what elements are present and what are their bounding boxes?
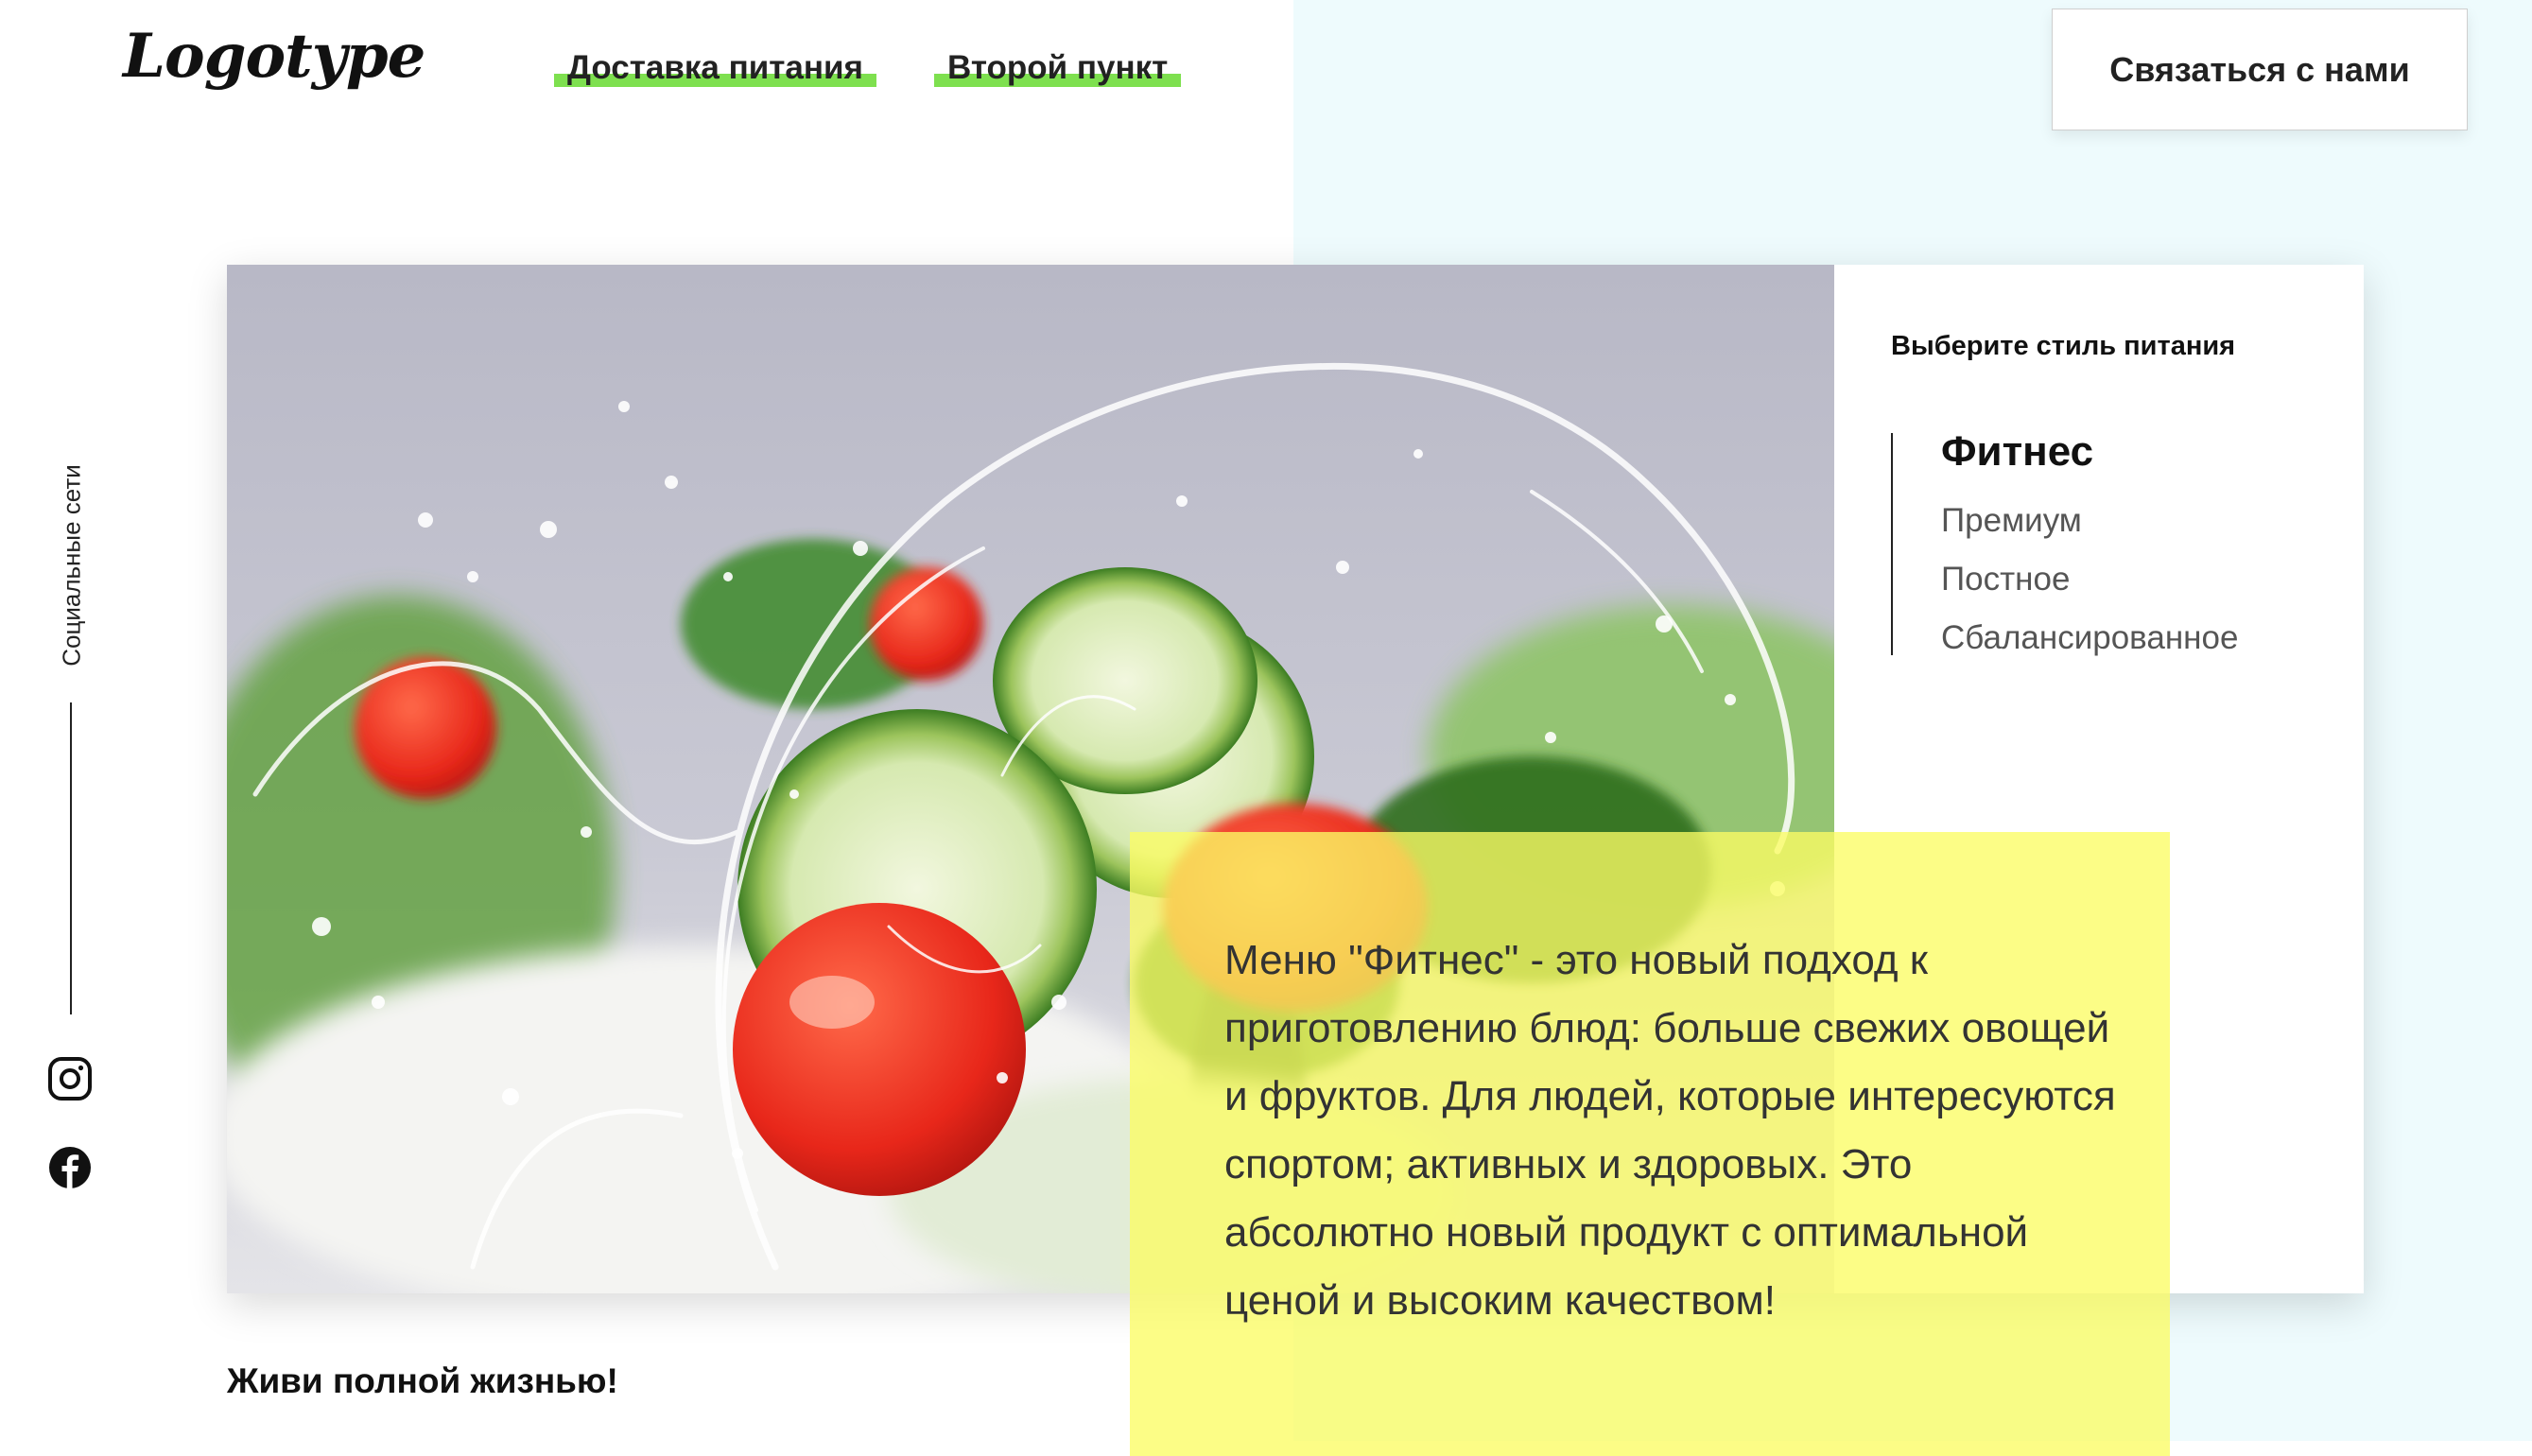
food-style-list: Фитнес Премиум Постное Сбалансированное — [1941, 425, 2238, 667]
style-item-fitness[interactable]: Фитнес — [1941, 425, 2238, 492]
nav-link-food-delivery[interactable]: Доставка питания — [554, 49, 876, 87]
food-style-title: Выберите стиль питания — [1891, 331, 2236, 361]
style-item-lenten[interactable]: Постное — [1941, 550, 2238, 609]
style-item-premium[interactable]: Премиум — [1941, 492, 2238, 550]
style-list-indicator-bar — [1891, 433, 1893, 655]
social-networks-label: Социальные сети — [57, 464, 86, 667]
tagline: Живи полной жизнью! — [227, 1361, 618, 1400]
facebook-icon[interactable] — [47, 1145, 93, 1190]
description-box: Меню "Фитнес" - это новый подход к приго… — [1130, 832, 2170, 1456]
logo[interactable]: Logotype — [123, 21, 425, 92]
social-divider-line — [70, 702, 72, 1014]
instagram-icon[interactable] — [47, 1056, 93, 1101]
description-text: Меню "Фитнес" - это новый подход к приго… — [1224, 937, 2116, 1324]
nav-link-second-item[interactable]: Второй пункт — [933, 49, 1182, 87]
style-item-balanced[interactable]: Сбалансированное — [1941, 609, 2238, 667]
contact-us-button[interactable]: Связаться с нами — [2052, 9, 2468, 130]
